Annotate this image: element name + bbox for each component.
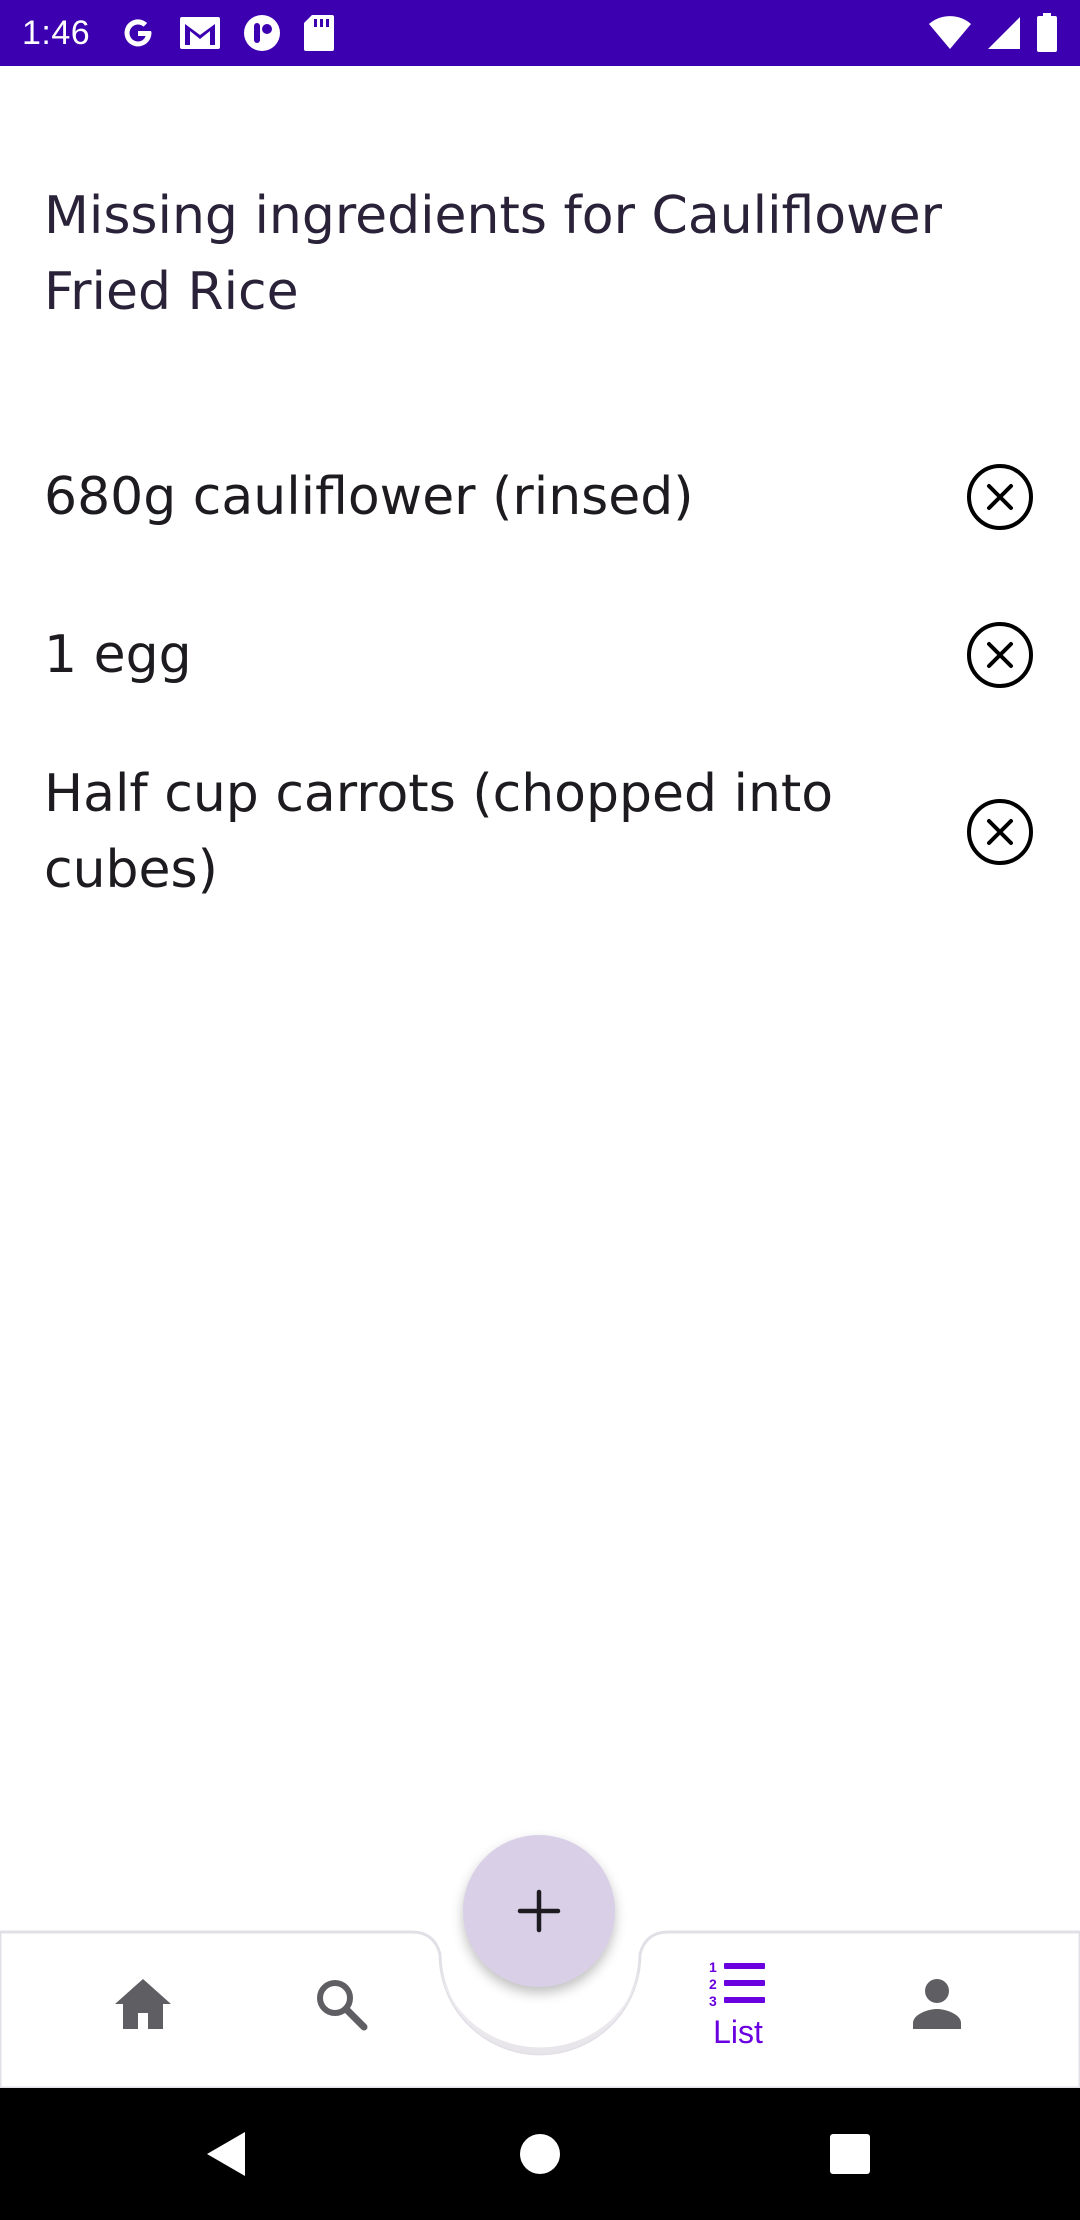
search-icon [317, 1980, 368, 2031]
battery-icon [1036, 13, 1058, 53]
nav-item-search[interactable] [266, 1920, 416, 2088]
google-icon [118, 13, 158, 53]
nav-item-list[interactable]: 1 2 3 List [663, 1920, 813, 2088]
ingredient-text: Half cup carrots (chopped into cubes) [44, 764, 834, 900]
recents-icon [830, 2134, 870, 2174]
home-icon [115, 1979, 171, 2029]
system-home-button[interactable] [480, 2088, 600, 2220]
close-circle-icon [967, 799, 1033, 865]
plus-icon [517, 1889, 561, 1933]
page-title: Missing ingredients for Cauliflower Frie… [44, 186, 943, 322]
nav-item-home[interactable] [68, 1920, 218, 2088]
close-circle-icon [967, 622, 1033, 688]
add-fab-button[interactable] [463, 1835, 615, 1987]
ingredient-text: 680g cauliflower (rinsed) [44, 467, 694, 527]
status-bar: 1:46 [0, 0, 1080, 66]
svg-text:1: 1 [709, 1959, 717, 1975]
status-time: 1:46 [22, 13, 91, 52]
back-icon [207, 2132, 245, 2176]
list-icon: 1 2 3 [709, 1959, 765, 2008]
wifi-icon [928, 15, 972, 51]
cell-signal-icon [986, 15, 1022, 51]
list-item: Half cup carrots (chopped into cubes) [0, 752, 1080, 912]
app-notification-icon [242, 13, 282, 53]
svg-text:3: 3 [709, 1993, 717, 2008]
remove-ingredient-button[interactable] [964, 796, 1036, 868]
remove-ingredient-button[interactable] [964, 619, 1036, 691]
list-item: 1 egg [0, 596, 1080, 714]
sd-card-icon [302, 13, 336, 53]
list-item: 680g cauliflower (rinsed) [0, 440, 1080, 554]
home-circle-icon [520, 2134, 560, 2174]
nav-item-profile[interactable] [862, 1920, 1012, 2088]
system-navigation-bar [0, 2088, 1080, 2220]
system-recents-button[interactable] [790, 2088, 910, 2220]
nav-label-list: List [713, 2013, 763, 2050]
status-system-icons [928, 13, 1058, 53]
person-icon [913, 1979, 961, 2029]
gmail-icon [178, 15, 222, 51]
system-back-button[interactable] [166, 2088, 286, 2220]
status-notification-icons [118, 13, 336, 53]
ingredient-list: 680g cauliflower (rinsed) 1 egg Half cup… [0, 440, 1080, 912]
svg-text:2: 2 [709, 1976, 717, 1992]
close-circle-icon [967, 464, 1033, 530]
remove-ingredient-button[interactable] [964, 461, 1036, 533]
ingredient-text: 1 egg [44, 625, 192, 685]
